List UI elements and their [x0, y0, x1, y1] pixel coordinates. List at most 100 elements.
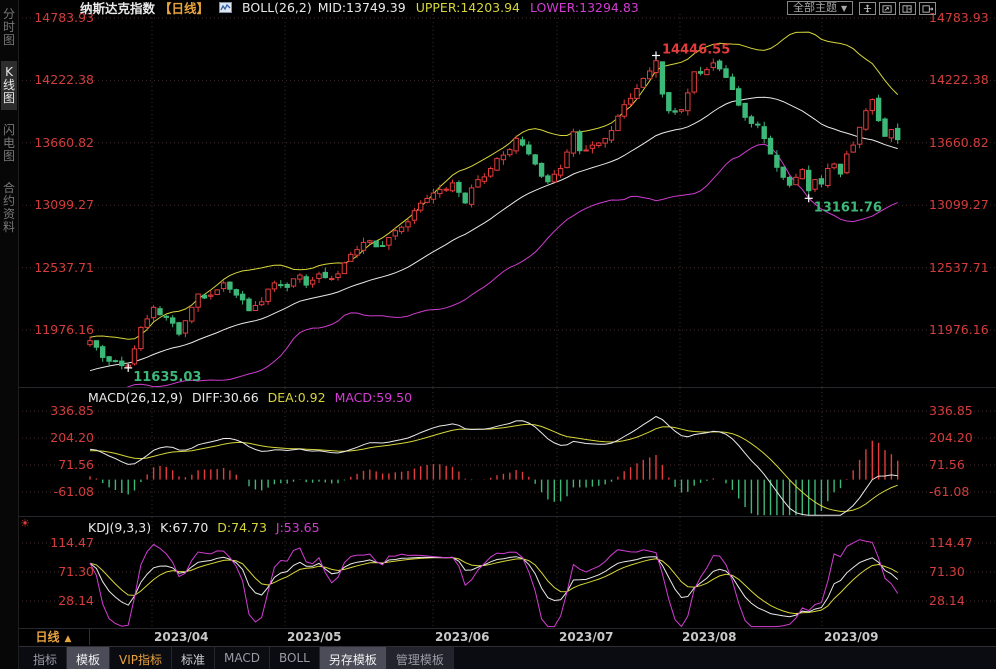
- candle[interactable]: [481, 173, 488, 184]
- candle[interactable]: [697, 66, 704, 76]
- candle[interactable]: [106, 355, 112, 366]
- main-candlestick-chart[interactable]: 14446.55 11635.03 13161.76: [0, 0, 996, 388]
- candle[interactable]: [322, 267, 329, 279]
- candle[interactable]: [182, 320, 189, 338]
- candle[interactable]: [157, 306, 163, 316]
- candle[interactable]: [596, 142, 602, 148]
- candle[interactable]: [144, 314, 150, 331]
- sidebar-tab-2[interactable]: 闪电图: [1, 119, 17, 168]
- candle[interactable]: [691, 71, 697, 95]
- toolbar-item-5[interactable]: BOLL: [270, 647, 320, 669]
- candle[interactable]: [736, 86, 742, 107]
- candle[interactable]: [227, 281, 233, 294]
- toolbar-item-1[interactable]: 模板: [67, 647, 111, 669]
- candle[interactable]: [87, 336, 93, 347]
- candle[interactable]: [220, 280, 227, 292]
- candle[interactable]: [538, 162, 545, 178]
- theme-dropdown-button[interactable]: 全部主题 ▼: [787, 1, 854, 15]
- toolbar-item-7[interactable]: 管理模板: [386, 647, 454, 669]
- candle[interactable]: [201, 294, 208, 299]
- candle[interactable]: [189, 306, 195, 324]
- candle[interactable]: [316, 271, 322, 283]
- candle[interactable]: [875, 94, 882, 122]
- candle[interactable]: [723, 65, 729, 79]
- candle[interactable]: [411, 207, 418, 224]
- candle[interactable]: [437, 184, 443, 198]
- candle[interactable]: [329, 275, 335, 281]
- candle[interactable]: [348, 251, 354, 262]
- pane-split-icon[interactable]: [899, 2, 916, 15]
- candle[interactable]: [373, 240, 379, 248]
- pane-restore-icon[interactable]: [879, 2, 896, 15]
- candle[interactable]: [252, 301, 259, 311]
- candle[interactable]: [863, 108, 869, 131]
- candle[interactable]: [888, 129, 895, 142]
- candle[interactable]: [716, 59, 723, 72]
- candle[interactable]: [462, 192, 468, 204]
- candle[interactable]: [405, 218, 411, 232]
- candle[interactable]: [335, 270, 341, 281]
- candle[interactable]: [564, 149, 570, 169]
- alarm-sun-icon[interactable]: ☀: [20, 517, 30, 530]
- candle[interactable]: [793, 173, 799, 186]
- candle[interactable]: [685, 88, 691, 116]
- candle[interactable]: [449, 179, 456, 193]
- period-selector[interactable]: 日线 ▲: [18, 629, 90, 645]
- sidebar-tab-0[interactable]: 分时图: [1, 3, 17, 52]
- candle[interactable]: [812, 179, 818, 193]
- candle[interactable]: [233, 288, 240, 298]
- candle[interactable]: [214, 289, 220, 296]
- candle[interactable]: [379, 241, 386, 247]
- candle[interactable]: [488, 166, 494, 178]
- candle[interactable]: [443, 187, 449, 192]
- candle[interactable]: [93, 340, 100, 351]
- candle[interactable]: [131, 345, 138, 366]
- candle[interactable]: [615, 114, 621, 132]
- candle[interactable]: [100, 344, 106, 362]
- candle[interactable]: [398, 225, 405, 234]
- pan-icon[interactable]: [859, 2, 876, 15]
- candle[interactable]: [767, 135, 774, 155]
- candle[interactable]: [259, 297, 265, 307]
- sidebar-tab-1[interactable]: K线图: [1, 61, 17, 110]
- candle[interactable]: [755, 121, 761, 129]
- toolbar-item-6[interactable]: 另存模板: [319, 647, 387, 669]
- candle[interactable]: [602, 137, 608, 148]
- candle[interactable]: [837, 163, 844, 178]
- candle[interactable]: [583, 145, 589, 152]
- toolbar-item-4[interactable]: MACD: [215, 647, 271, 669]
- toolbar-item-0[interactable]: 指标: [24, 647, 68, 669]
- candle[interactable]: [844, 150, 850, 175]
- candle[interactable]: [545, 173, 551, 184]
- candle[interactable]: [475, 175, 481, 188]
- panel-divider[interactable]: [0, 516, 996, 517]
- candle[interactable]: [761, 121, 767, 144]
- candle[interactable]: [774, 150, 780, 172]
- candle[interactable]: [119, 356, 125, 370]
- candle[interactable]: [513, 135, 519, 154]
- candle[interactable]: [748, 114, 755, 128]
- candles-layer[interactable]: [87, 55, 901, 370]
- candle[interactable]: [882, 117, 888, 137]
- sidebar-tab-3[interactable]: 合约资料: [1, 177, 17, 239]
- candle[interactable]: [418, 200, 424, 213]
- indicator-chart-icon[interactable]: [219, 2, 233, 13]
- candle[interactable]: [831, 162, 837, 170]
- candle[interactable]: [278, 280, 284, 289]
- candle[interactable]: [570, 128, 577, 157]
- candle[interactable]: [246, 297, 252, 312]
- candle[interactable]: [163, 314, 170, 321]
- candle[interactable]: [526, 141, 532, 156]
- panel-divider[interactable]: [0, 387, 996, 388]
- candle[interactable]: [170, 315, 176, 328]
- candle[interactable]: [678, 109, 685, 114]
- candle[interactable]: [608, 126, 615, 143]
- candle[interactable]: [710, 58, 716, 71]
- candle[interactable]: [271, 280, 278, 292]
- candle[interactable]: [507, 147, 513, 157]
- toolbar-item-2[interactable]: VIP指标: [110, 647, 173, 669]
- candle[interactable]: [309, 276, 316, 288]
- macd-chart[interactable]: [0, 388, 996, 517]
- candle[interactable]: [532, 154, 538, 166]
- candle[interactable]: [647, 67, 653, 80]
